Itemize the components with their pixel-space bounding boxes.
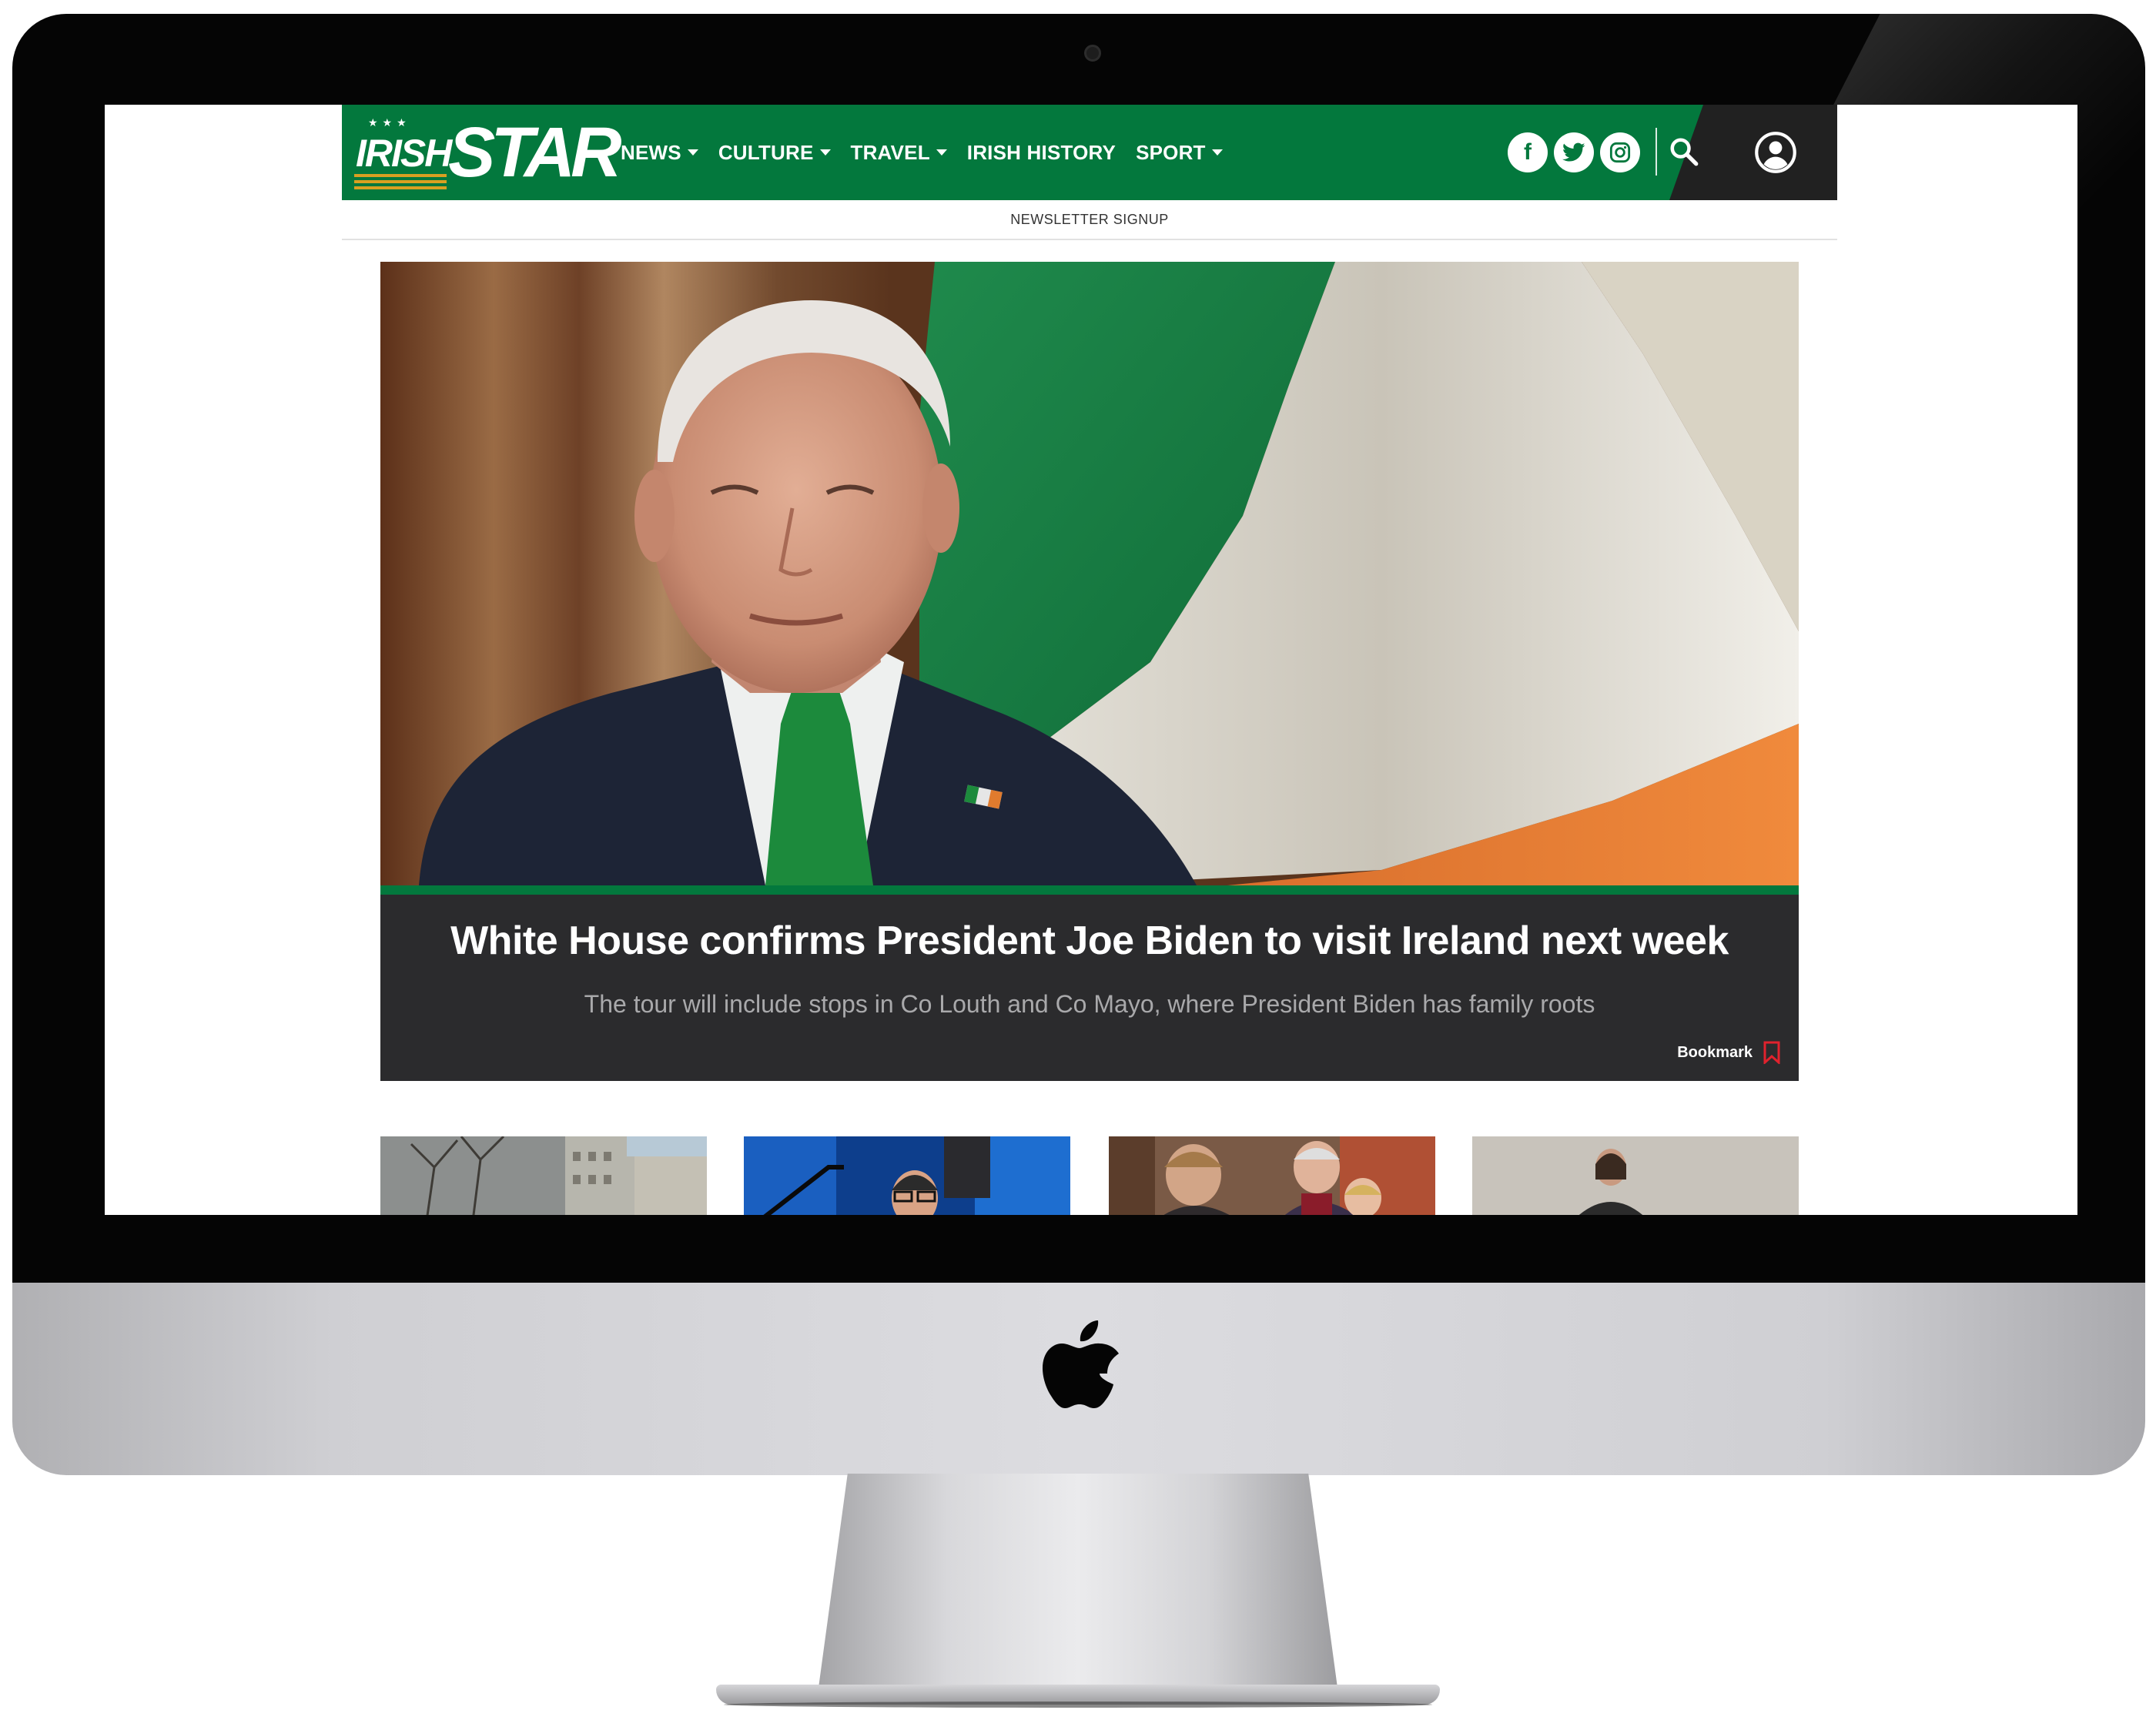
man-on-stage-blue-lights-photo [744, 1136, 1070, 1215]
nav-item-culture[interactable]: CULTURE [718, 141, 831, 165]
bookmark-icon [1763, 1041, 1780, 1064]
hero-photo-illustration [380, 262, 1799, 885]
twitter-bird-glyph [1562, 142, 1585, 162]
nav-item-irish-history[interactable]: IRISH HISTORY [967, 141, 1116, 165]
nav-label: SPORT [1136, 140, 1206, 164]
twitter-icon[interactable] [1554, 132, 1594, 172]
newsletter-bar: NEWSLETTER SIGNUP [342, 200, 1837, 240]
city-buildings-trees-photo [380, 1136, 707, 1215]
ceremony-robes-crowd-photo [1109, 1136, 1435, 1215]
article-cards-row [380, 1136, 1799, 1215]
user-account-icon[interactable] [1754, 131, 1797, 174]
hero-article[interactable]: White House confirms President Joe Biden… [380, 262, 1799, 1081]
imac-mockup: ★★★ IRISH STAR NEWS CULTURE TRAVEL IRISH… [0, 0, 2156, 1720]
caret-down-icon [1211, 149, 1223, 156]
instagram-glyph [1609, 142, 1631, 163]
facebook-icon[interactable]: f [1508, 132, 1548, 172]
nav-item-sport[interactable]: SPORT [1136, 141, 1223, 165]
camera-icon [1084, 45, 1101, 62]
nav-item-news[interactable]: NEWS [621, 141, 698, 165]
search-icon[interactable] [1668, 136, 1700, 168]
facebook-glyph: f [1524, 139, 1532, 165]
newsletter-signup-link[interactable]: NEWSLETTER SIGNUP [1010, 212, 1169, 228]
monitor-stand [816, 1474, 1340, 1705]
nav-divider [1656, 128, 1657, 176]
user-glyph [1755, 132, 1796, 173]
logo-stripes [354, 174, 447, 192]
logo-stars: ★★★ [368, 117, 411, 129]
bookmark-button[interactable]: Bookmark [1677, 1041, 1780, 1064]
instagram-icon[interactable] [1600, 132, 1640, 172]
hero-standfirst: The tour will include stops in Co Louth … [584, 990, 1595, 1018]
search-glyph [1670, 138, 1699, 166]
nav-label: NEWS [621, 140, 681, 164]
caret-down-icon [687, 149, 698, 156]
social-links: f [1508, 132, 1646, 172]
monitor-bezel: ★★★ IRISH STAR NEWS CULTURE TRAVEL IRISH… [12, 14, 2145, 1283]
caret-down-icon [819, 149, 831, 156]
article-card[interactable] [1472, 1136, 1799, 1215]
apple-logo-icon [1043, 1320, 1119, 1408]
caret-down-icon [936, 149, 947, 156]
nav-item-travel[interactable]: TRAVEL [851, 141, 947, 165]
irish-star-logo[interactable]: ★★★ IRISH STAR [354, 115, 622, 192]
bookmark-label: Bookmark [1677, 1043, 1753, 1061]
top-navigation-bar: ★★★ IRISH STAR NEWS CULTURE TRAVEL IRISH… [342, 105, 1837, 200]
woman-by-stone-wall-photo [1472, 1136, 1799, 1215]
hero-accent-strip [380, 885, 1799, 895]
hero-headline[interactable]: White House confirms President Joe Biden… [380, 918, 1799, 964]
browser-screen: ★★★ IRISH STAR NEWS CULTURE TRAVEL IRISH… [105, 105, 2077, 1215]
nav-label: CULTURE [718, 140, 814, 164]
nav-label: TRAVEL [850, 140, 930, 164]
main-nav: NEWS CULTURE TRAVEL IRISH HISTORY SPORT [621, 105, 1243, 200]
hero-photo[interactable] [380, 262, 1799, 885]
logo-star-text: STAR [448, 113, 622, 192]
article-card[interactable] [744, 1136, 1070, 1215]
logo-irish-text: IRISH [356, 132, 452, 175]
stand-shadow [724, 1702, 1432, 1708]
nav-label: IRISH HISTORY [966, 140, 1116, 164]
hero-caption: White House confirms President Joe Biden… [380, 895, 1799, 1081]
article-card[interactable] [1109, 1136, 1435, 1215]
article-card[interactable] [380, 1136, 707, 1215]
